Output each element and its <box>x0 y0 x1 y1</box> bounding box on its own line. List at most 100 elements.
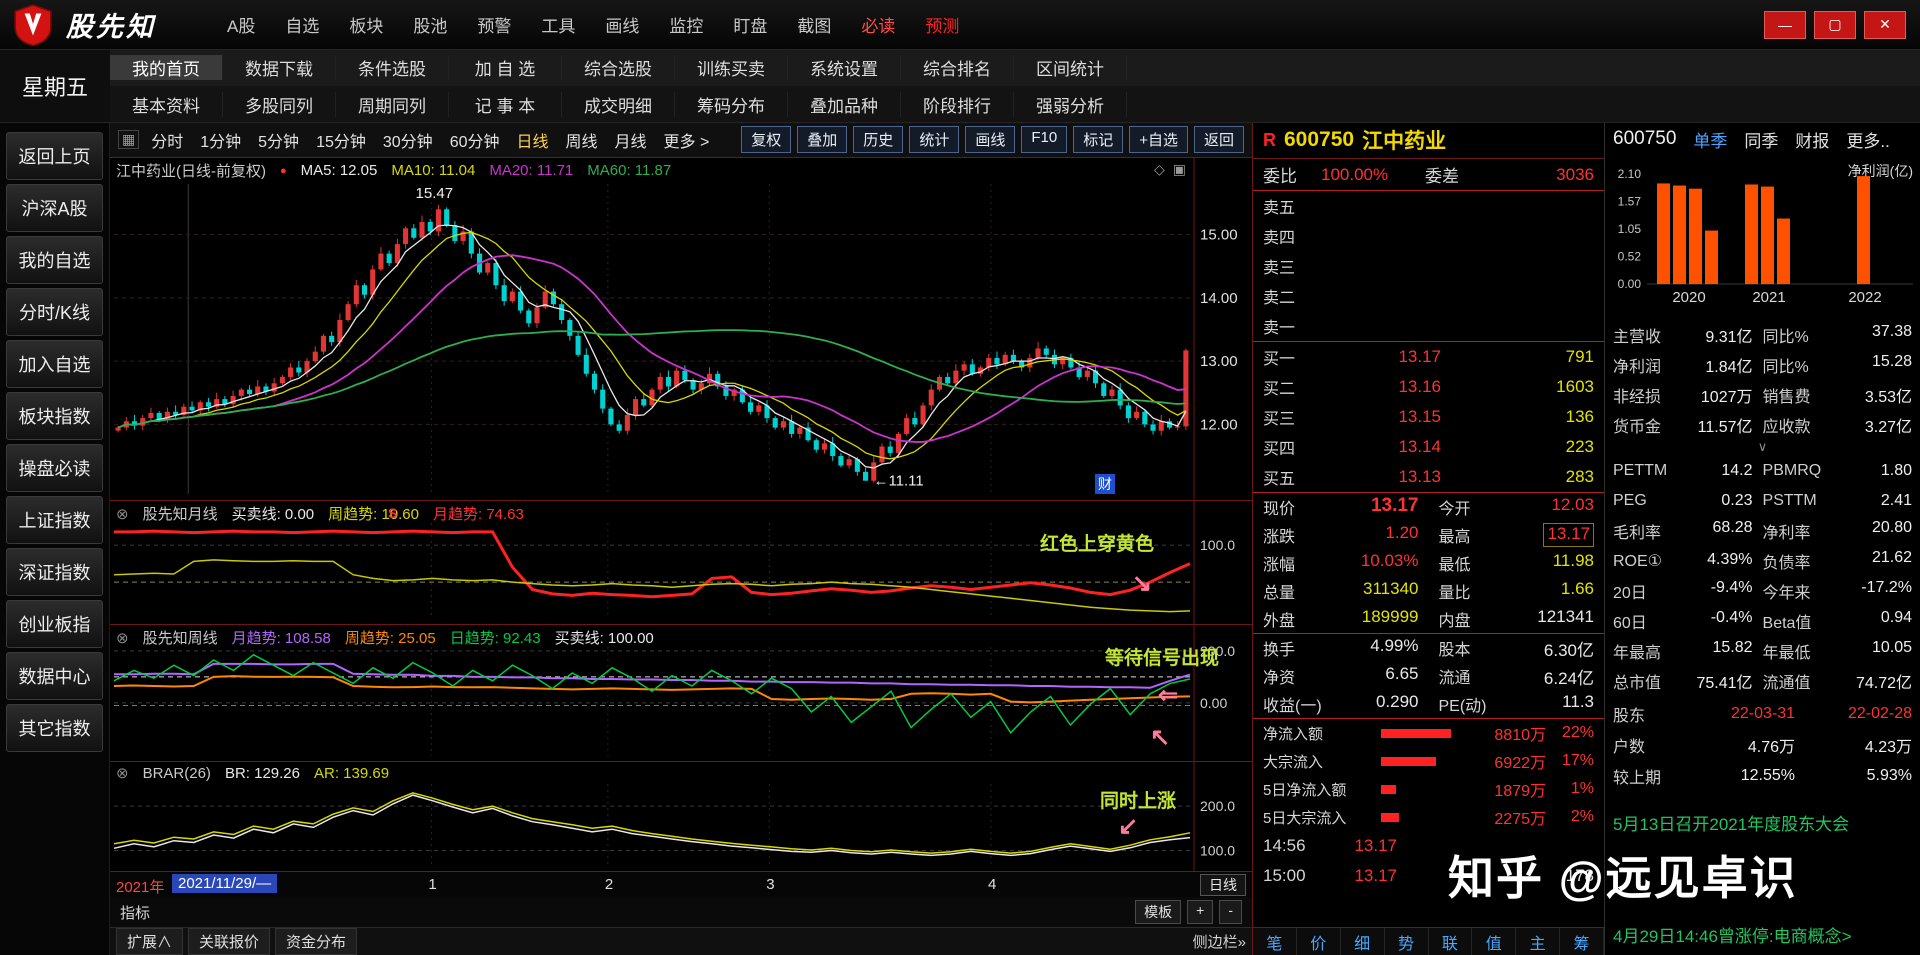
toolbar-item-强弱分析[interactable]: 强弱分析 <box>1014 92 1127 117</box>
sidebar-item-数据中心[interactable]: 数据中心 <box>6 652 103 700</box>
axis-start-date[interactable]: 2021/11/29/— <box>172 874 277 893</box>
close-button[interactable]: ✕ <box>1864 11 1906 39</box>
chart-button-+自选[interactable]: +自选 <box>1129 126 1188 153</box>
toolbar-item-综合选股[interactable]: 综合选股 <box>562 55 675 80</box>
menu-item-自选[interactable]: 自选 <box>285 12 319 37</box>
menu-item-工具[interactable]: 工具 <box>541 12 575 37</box>
chart-button-复权[interactable]: 复权 <box>741 126 791 153</box>
ask-row[interactable]: 卖五 <box>1253 191 1604 221</box>
period-tab-更多 >[interactable]: 更多 > <box>664 128 710 152</box>
toolbar-item-数据下载[interactable]: 数据下载 <box>223 55 336 80</box>
menu-item-预警[interactable]: 预警 <box>477 12 511 37</box>
chart-button-统计[interactable]: 统计 <box>909 126 959 153</box>
period-tab-月线[interactable]: 月线 <box>615 128 647 152</box>
footer-tab-扩展∧[interactable]: 扩展∧ <box>116 928 183 955</box>
template-button[interactable]: 模板 <box>1135 900 1181 924</box>
chart-button-F10[interactable]: F10 <box>1021 126 1067 153</box>
toolbar-item-加自选[interactable]: 加 自 选 <box>449 55 562 80</box>
maximize-button[interactable]: ▢ <box>1814 11 1856 39</box>
quote-tab-笔[interactable]: 笔 <box>1253 928 1297 955</box>
ask-row[interactable]: 卖三 <box>1253 251 1604 281</box>
diamond-icon[interactable]: ◇ <box>1154 161 1165 178</box>
bid-row[interactable]: 买三13.15136 <box>1253 402 1604 432</box>
chart-button-叠加[interactable]: 叠加 <box>797 126 847 153</box>
finance-tab-财报[interactable]: 财报 <box>1795 127 1829 152</box>
finance-badge[interactable]: 财 <box>1095 474 1115 494</box>
toolbar-item-筹码分布[interactable]: 筹码分布 <box>675 92 788 117</box>
quote-tab-值[interactable]: 值 <box>1472 928 1516 955</box>
finance-tab-同季[interactable]: 同季 <box>1744 127 1778 152</box>
sidebar-item-板块指数[interactable]: 板块指数 <box>6 392 103 440</box>
menu-item-必读[interactable]: 必读 <box>861 12 895 37</box>
sidebar-item-加入自选[interactable]: 加入自选 <box>6 340 103 388</box>
quote-tab-筹[interactable]: 筹 <box>1560 928 1604 955</box>
toolbar-item-阶段排行[interactable]: 阶段排行 <box>901 92 1014 117</box>
sidebar-item-上证指数[interactable]: 上证指数 <box>6 496 103 544</box>
period-tab-分时[interactable]: 分时 <box>151 128 183 152</box>
zoom-out-button[interactable]: - <box>1219 900 1242 924</box>
quote-tab-细[interactable]: 细 <box>1341 928 1385 955</box>
menu-item-截图[interactable]: 截图 <box>797 12 831 37</box>
period-tab-周线[interactable]: 周线 <box>566 128 598 152</box>
menu-item-监控[interactable]: 监控 <box>669 12 703 37</box>
news-line-1[interactable]: 5月13日召开2021年度股东大会 <box>1613 810 1849 835</box>
toolbar-item-记事本[interactable]: 记 事 本 <box>449 92 562 117</box>
minimize-button[interactable]: — <box>1764 11 1806 39</box>
bid-row[interactable]: 买四13.14223 <box>1253 432 1604 462</box>
bid-row[interactable]: 买一13.17791 <box>1253 342 1604 372</box>
period-tab-5分钟[interactable]: 5分钟 <box>258 128 299 152</box>
sidebar-item-分时/K线[interactable]: 分时/K线 <box>6 288 103 336</box>
chart-button-标记[interactable]: 标记 <box>1073 126 1123 153</box>
toolbar-item-基本资料[interactable]: 基本资料 <box>110 92 223 117</box>
bid-row[interactable]: 买五13.13283 <box>1253 462 1604 492</box>
menu-item-股池[interactable]: 股池 <box>413 12 447 37</box>
chart-button-画线[interactable]: 画线 <box>965 126 1015 153</box>
sidebar-item-我的自选[interactable]: 我的自选 <box>6 236 103 284</box>
menu-item-盯盘[interactable]: 盯盘 <box>733 12 767 37</box>
ask-row[interactable]: 卖四 <box>1253 221 1604 251</box>
grid-layout-icon[interactable]: ▦ <box>118 130 139 149</box>
sidebar-toggle[interactable]: 侧边栏» <box>1193 931 1246 952</box>
finance-tab-更多..[interactable]: 更多.. <box>1846 127 1889 152</box>
toolbar-item-我的首页[interactable]: 我的首页 <box>110 55 223 80</box>
quote-tab-势[interactable]: 势 <box>1385 928 1429 955</box>
menu-item-板块[interactable]: 板块 <box>349 12 383 37</box>
footer-tab-关联报价[interactable]: 关联报价 <box>188 928 270 955</box>
collapse-circle-icon[interactable]: ⊗ <box>116 505 129 523</box>
collapse-chevron-icon[interactable]: ∨ <box>1605 440 1920 454</box>
sidebar-item-深证指数[interactable]: 深证指数 <box>6 548 103 596</box>
menu-item-预测[interactable]: 预测 <box>925 12 959 37</box>
toolbar-item-训练买卖[interactable]: 训练买卖 <box>675 55 788 80</box>
toolbar-item-多股同列[interactable]: 多股同列 <box>223 92 336 117</box>
period-tab-15分钟[interactable]: 15分钟 <box>316 128 366 152</box>
period-tab-日线[interactable]: 日线 <box>517 128 549 152</box>
quote-tab-联[interactable]: 联 <box>1429 928 1473 955</box>
chart-button-历史[interactable]: 历史 <box>853 126 903 153</box>
period-tab-60分钟[interactable]: 60分钟 <box>450 128 500 152</box>
menu-item-画线[interactable]: 画线 <box>605 12 639 37</box>
chart-button-返回[interactable]: 返回 <box>1194 126 1244 153</box>
period-tab-30分钟[interactable]: 30分钟 <box>383 128 433 152</box>
toolbar-item-综合排名[interactable]: 综合排名 <box>901 55 1014 80</box>
kline-chart[interactable]: 15.0014.0013.0012.0015.47←11.11 <box>110 158 1252 500</box>
sidebar-item-其它指数[interactable]: 其它指数 <box>6 704 103 752</box>
sidebar-item-沪深A股[interactable]: 沪深A股 <box>6 184 103 232</box>
news-line-2[interactable]: 4月29日14:46曾涨停:电商概念> <box>1613 922 1852 947</box>
bid-row[interactable]: 买二13.161603 <box>1253 372 1604 402</box>
ask-row[interactable]: 卖一 <box>1253 311 1604 341</box>
quote-tab-主[interactable]: 主 <box>1516 928 1560 955</box>
net-profit-bar-chart[interactable]: 2.101.571.050.520.00净利润(亿)202020212022 <box>1605 158 1920 316</box>
menu-item-A股[interactable]: A股 <box>227 12 255 37</box>
period-tab-1分钟[interactable]: 1分钟 <box>200 128 241 152</box>
toolbar-item-周期同列[interactable]: 周期同列 <box>336 92 449 117</box>
zoom-box-icon[interactable]: ▣ <box>1173 161 1186 178</box>
collapse-circle-icon[interactable]: ⊗ <box>116 629 129 647</box>
zoom-in-button[interactable]: + <box>1187 900 1213 924</box>
toolbar-item-区间统计[interactable]: 区间统计 <box>1014 55 1127 80</box>
toolbar-item-成交明细[interactable]: 成交明细 <box>562 92 675 117</box>
toolbar-item-系统设置[interactable]: 系统设置 <box>788 55 901 80</box>
finance-tab-单季[interactable]: 单季 <box>1693 127 1727 152</box>
toolbar-item-条件选股[interactable]: 条件选股 <box>336 55 449 80</box>
sidebar-item-创业板指[interactable]: 创业板指 <box>6 600 103 648</box>
ask-row[interactable]: 卖二 <box>1253 281 1604 311</box>
